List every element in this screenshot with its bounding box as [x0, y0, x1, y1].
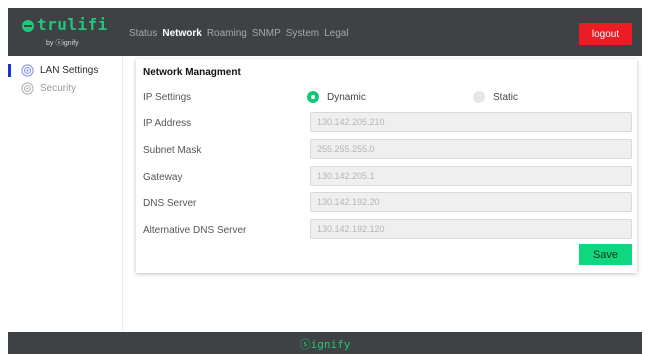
- logo-text: trulifi: [37, 15, 108, 34]
- ip-address-label: IP Address: [143, 118, 192, 129]
- radio-unselected-icon: [473, 91, 485, 103]
- dns-server-label: DNS Server: [143, 198, 197, 209]
- nav-item-snmp[interactable]: SNMP: [252, 28, 281, 39]
- active-indicator: [8, 64, 11, 77]
- footer-brand: ⓢignify: [299, 338, 351, 351]
- footer: ⓢignify: [8, 332, 642, 354]
- radio-static-label: Static: [493, 91, 519, 103]
- radio-dynamic-label: Dynamic: [327, 91, 366, 103]
- subnet-mask-label: Subnet Mask: [143, 145, 202, 156]
- radio-static[interactable]: Static: [473, 91, 518, 103]
- gateway-label: Gateway: [143, 172, 183, 183]
- gear-icon: [21, 64, 34, 77]
- sidebar: LAN Settings Security: [8, 56, 123, 332]
- radio-selected-icon: [307, 91, 319, 103]
- nav-item-status[interactable]: Status: [129, 28, 157, 39]
- nav-item-roaming[interactable]: Roaming: [207, 28, 247, 39]
- network-management-card: Network Managment IP Settings Dynamic St…: [136, 59, 637, 273]
- nav-item-network[interactable]: Network: [162, 28, 201, 39]
- save-button[interactable]: Save: [579, 244, 632, 265]
- alternative-dns-server-label: Alternative DNS Server: [143, 225, 247, 236]
- sidebar-item-label: LAN Settings: [40, 65, 99, 76]
- nav-item-legal[interactable]: Legal: [324, 28, 348, 39]
- dns-server-field[interactable]: [310, 192, 632, 212]
- alternative-dns-server-field[interactable]: [310, 219, 632, 239]
- nav-item-system[interactable]: System: [286, 28, 319, 39]
- card-title: Network Managment: [143, 67, 241, 78]
- ip-address-field[interactable]: [310, 112, 632, 132]
- radio-dynamic[interactable]: Dynamic: [307, 91, 366, 103]
- main-nav: Status Network Roaming SNMP System Legal: [129, 28, 349, 39]
- shield-icon: [21, 82, 34, 95]
- sidebar-item-lan-settings[interactable]: LAN Settings: [8, 62, 122, 82]
- gateway-field[interactable]: [310, 166, 632, 186]
- top-bar: trulifi by ⓢignify Status Network Roamin…: [8, 8, 642, 56]
- logo-mark-icon: [22, 20, 34, 32]
- sidebar-item-label: Security: [40, 83, 77, 94]
- sidebar-item-security[interactable]: Security: [8, 80, 122, 100]
- logout-button[interactable]: logout: [579, 23, 632, 45]
- logo-subtitle: by ⓢignify: [46, 40, 79, 47]
- trulifi-logo[interactable]: trulifi by ⓢignify: [22, 15, 112, 50]
- app-frame: trulifi by ⓢignify Status Network Roamin…: [8, 8, 642, 354]
- subnet-mask-field[interactable]: [310, 139, 632, 159]
- ip-settings-label: IP Settings: [143, 92, 192, 103]
